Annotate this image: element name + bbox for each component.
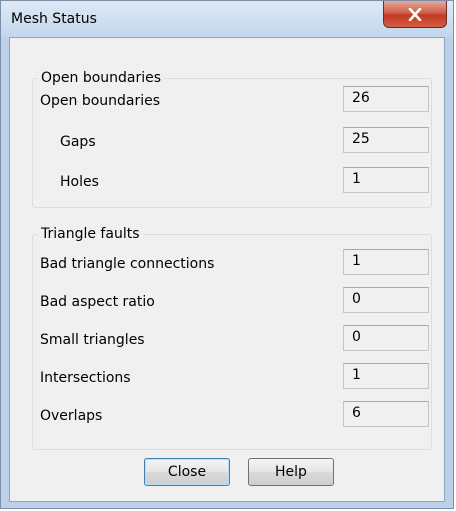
close-button[interactable]: Close: [144, 458, 230, 486]
intersections-value: 1: [343, 363, 429, 389]
help-button[interactable]: Help: [248, 458, 334, 486]
overlaps-label: Overlaps: [40, 408, 103, 424]
overlaps-value: 6: [343, 401, 429, 427]
dialog-body: Open boundaries Open boundaries 26 Gaps …: [9, 37, 445, 502]
open-boundaries-value: 26: [343, 86, 429, 112]
small-triangles-value: 0: [343, 325, 429, 351]
window-title: Mesh Status: [11, 11, 97, 27]
mesh-status-dialog: Mesh Status Open boundaries Open boundar…: [0, 0, 454, 509]
small-triangles-label: Small triangles: [40, 332, 145, 348]
bad-aspect-ratio-value: 0: [343, 287, 429, 313]
triangle-faults-legend: Triangle faults: [38, 226, 143, 242]
bad-triangle-connections-label: Bad triangle connections: [40, 256, 215, 272]
holes-value: 1: [343, 167, 429, 193]
bad-aspect-ratio-label: Bad aspect ratio: [40, 294, 155, 310]
close-icon: [408, 7, 422, 21]
open-boundaries-group: Open boundaries Open boundaries 26 Gaps …: [32, 70, 432, 208]
holes-label: Holes: [60, 174, 99, 190]
intersections-label: Intersections: [40, 370, 131, 386]
triangle-faults-group: Triangle faults Bad triangle connections…: [32, 226, 432, 450]
open-boundaries-label: Open boundaries: [40, 93, 161, 109]
window-close-button[interactable]: [383, 1, 447, 28]
gaps-value: 25: [343, 127, 429, 153]
title-bar[interactable]: Mesh Status: [1, 1, 453, 37]
gaps-label: Gaps: [60, 134, 96, 150]
open-boundaries-legend: Open boundaries: [38, 70, 165, 86]
bad-triangle-connections-value: 1: [343, 249, 429, 275]
